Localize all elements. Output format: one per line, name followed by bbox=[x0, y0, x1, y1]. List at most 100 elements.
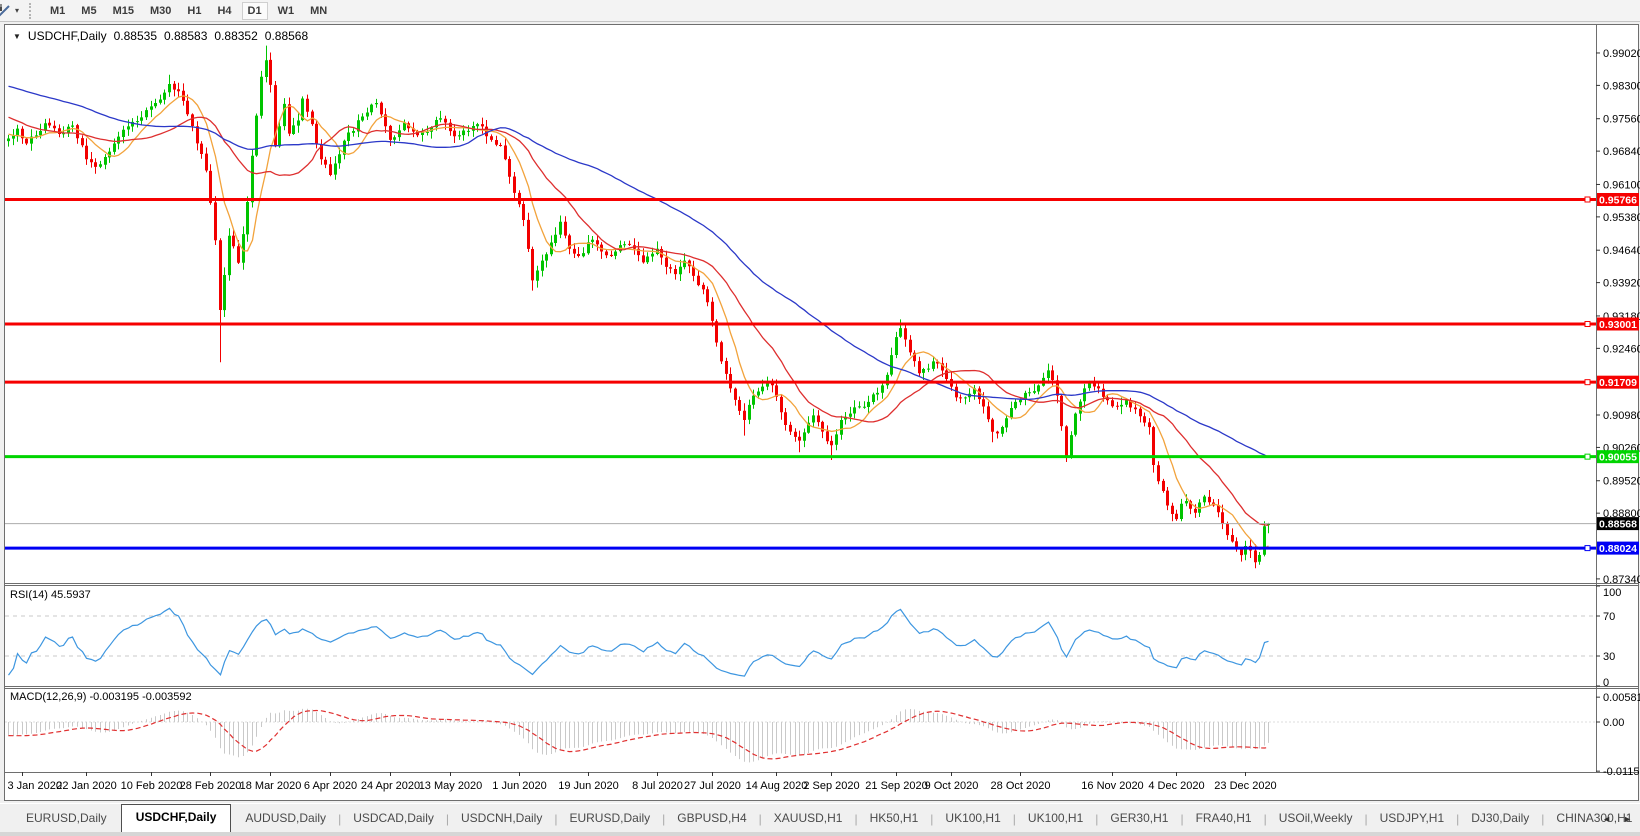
timeframe-button-m30[interactable]: M30 bbox=[144, 2, 177, 20]
date-tick-label: 23 Dec 2020 bbox=[1214, 780, 1276, 792]
price-tick-label: 0.96100 bbox=[1603, 179, 1640, 191]
date-tick-label: 8 Jul 2020 bbox=[632, 780, 683, 792]
timeframe-button-d1[interactable]: D1 bbox=[241, 1, 268, 20]
rsi-tick-label: 0 bbox=[1603, 677, 1609, 689]
resistance-price-label: 0.91709 bbox=[1597, 375, 1639, 389]
timeframe-button-h4[interactable]: H4 bbox=[211, 2, 237, 20]
price-tick-label: 0.87340 bbox=[1603, 574, 1640, 586]
rsi-tick-label: 30 bbox=[1603, 651, 1615, 663]
toolbar-drag-handle[interactable] bbox=[29, 2, 34, 19]
macd-tick-label: -0.011514 bbox=[1603, 766, 1640, 778]
line-anchor-marker[interactable] bbox=[1584, 196, 1591, 203]
tab-scroll-controls: ◄ ► bbox=[1602, 814, 1632, 824]
line-anchor-marker[interactable] bbox=[1584, 545, 1591, 552]
date-tick-label: 18 Mar 2020 bbox=[240, 780, 302, 792]
line-anchor-marker[interactable] bbox=[1584, 379, 1591, 386]
resistance-price-label: 0.95766 bbox=[1597, 192, 1639, 206]
ohlc-close: 0.88568 bbox=[264, 29, 309, 43]
support-price-label-text: 0.88024 bbox=[1599, 543, 1637, 555]
chart-tab-usdcnh-daily[interactable]: USDCNH,Daily bbox=[449, 806, 554, 832]
timeframe-button-m15[interactable]: M15 bbox=[107, 2, 140, 20]
line-anchor-marker[interactable] bbox=[1584, 320, 1591, 327]
ohlc-open: 0.88535 bbox=[113, 29, 157, 43]
chart-tab-xauusd-h1[interactable]: XAUUSD,H1 bbox=[762, 806, 855, 832]
support-price-label-text: 0.90055 bbox=[1599, 452, 1637, 464]
date-tick-label: 21 Sep 2020 bbox=[865, 780, 927, 792]
price-tick-label: 0.94640 bbox=[1603, 245, 1640, 257]
chart-tab-gbpusd-h4[interactable]: GBPUSD,H4 bbox=[665, 806, 758, 832]
date-tick-label: 16 Nov 2020 bbox=[1081, 780, 1143, 792]
timeframe-button-group: M1 M5 M15 M30 H1 H4 D1 W1 MN bbox=[42, 1, 335, 20]
date-tick-label: 4 Dec 2020 bbox=[1148, 780, 1204, 792]
date-tick-label: 9 Oct 2020 bbox=[925, 780, 979, 792]
price-chart-canvas[interactable]: 0.99020 0.98300 0.97560 0.96840 0.96100 0.953… bbox=[0, 22, 1640, 803]
current-price-label: 0.88568 bbox=[1597, 517, 1639, 531]
date-tick-label: 13 May 2020 bbox=[419, 780, 483, 792]
rsi-tick-label: 100 bbox=[1603, 587, 1621, 599]
chart-tab-uk100-h1[interactable]: UK100,H1 bbox=[933, 806, 1012, 832]
rsi-tick-label: 70 bbox=[1603, 611, 1615, 623]
timeframe-button-h1[interactable]: H1 bbox=[181, 2, 207, 20]
chart-window: 0.99020 0.98300 0.97560 0.96840 0.96100 0.953… bbox=[0, 22, 1640, 803]
price-tick-label: 0.96840 bbox=[1603, 146, 1640, 158]
price-tick-label: 0.95380 bbox=[1603, 212, 1640, 224]
chart-title-symbol: USDCHF,Daily bbox=[27, 29, 107, 43]
resistance-price-label-text: 0.91709 bbox=[1599, 377, 1637, 389]
ohlc-high: 0.88583 bbox=[164, 29, 208, 43]
price-tick-label: 0.98300 bbox=[1603, 80, 1640, 92]
line-anchor-marker[interactable] bbox=[1584, 453, 1591, 460]
chart-tab-hk50-h1[interactable]: HK50,H1 bbox=[858, 806, 931, 832]
window-bottom-strip bbox=[0, 832, 1640, 836]
price-tick-label: 0.90980 bbox=[1603, 410, 1640, 422]
chart-tab-usdjpy-h1[interactable]: USDJPY,H1 bbox=[1368, 806, 1456, 832]
resistance-price-label-text: 0.93001 bbox=[1599, 319, 1637, 331]
drawing-tool-icon[interactable] bbox=[0, 2, 13, 20]
chart-tab-eurusd-daily[interactable]: EURUSD,Daily bbox=[14, 806, 119, 832]
date-tick-label: 28 Oct 2020 bbox=[991, 780, 1051, 792]
timeframe-button-m1[interactable]: M1 bbox=[44, 2, 71, 20]
macd-tick-label: 0.00 bbox=[1603, 717, 1624, 729]
date-tick-label: 10 Feb 2020 bbox=[121, 780, 183, 792]
date-tick-label: 22 Jan 2020 bbox=[56, 780, 117, 792]
chart-tab-usdchf-daily[interactable]: USDCHF,Daily bbox=[120, 804, 232, 833]
date-tick-label: 24 Apr 2020 bbox=[361, 780, 420, 792]
chart-tab-usoil-weekly[interactable]: USOil,Weekly bbox=[1267, 806, 1365, 832]
macd-tick-label: 0.005818 bbox=[1603, 692, 1640, 704]
support-price-label: 0.88024 bbox=[1597, 541, 1639, 555]
price-tick-label: 0.92460 bbox=[1603, 343, 1640, 355]
date-tick-label: 28 Feb 2020 bbox=[180, 780, 242, 792]
price-tick-label: 0.93920 bbox=[1603, 278, 1640, 290]
support-price-label: 0.90055 bbox=[1597, 450, 1639, 464]
top-toolbar: ▾ M1 M5 M15 M30 H1 H4 D1 W1 MN bbox=[0, 0, 1640, 22]
chart-tab-fra40-h1[interactable]: FRA40,H1 bbox=[1184, 806, 1264, 832]
price-tick-label: 0.97560 bbox=[1603, 114, 1640, 126]
date-tick-label: 19 Jun 2020 bbox=[558, 780, 619, 792]
price-tick-label: 0.99020 bbox=[1603, 48, 1640, 60]
chart-tab-uk100-h1[interactable]: UK100,H1 bbox=[1016, 806, 1095, 832]
chart-tab-audusd-daily[interactable]: AUDUSD,Daily bbox=[233, 806, 338, 832]
chart-tab-eurusd-daily[interactable]: EURUSD,Daily bbox=[557, 806, 662, 832]
rsi-indicator-label: RSI(14) 45.5937 bbox=[10, 589, 91, 601]
chart-plot-area[interactable] bbox=[5, 26, 1596, 583]
date-tick-label: 3 Jan 2020 bbox=[8, 780, 62, 792]
timeframe-button-mn[interactable]: MN bbox=[304, 2, 333, 20]
ohlc-low: 0.88352 bbox=[214, 29, 258, 43]
resistance-price-label-text: 0.95766 bbox=[1599, 194, 1637, 206]
collapse-arrow-icon[interactable]: ▼ bbox=[13, 32, 21, 41]
date-tick-label: 2 Sep 2020 bbox=[803, 780, 859, 792]
date-tick-label: 6 Apr 2020 bbox=[304, 780, 357, 792]
date-tick-label: 27 Jul 2020 bbox=[684, 780, 741, 792]
tab-scroll-right-button[interactable]: ► bbox=[1623, 814, 1632, 824]
chart-tab-ger30-h1[interactable]: GER30,H1 bbox=[1098, 806, 1180, 832]
chart-tab-usdcad-daily[interactable]: USDCAD,Daily bbox=[341, 806, 446, 832]
date-tick-label: 14 Aug 2020 bbox=[746, 780, 808, 792]
tool-dropdown-arrow-icon[interactable]: ▾ bbox=[15, 6, 19, 15]
tab-scroll-left-button[interactable]: ◄ bbox=[1602, 814, 1611, 824]
macd-indicator-label: MACD(12,26,9) -0.003195 -0.003592 bbox=[10, 691, 192, 703]
timeframe-button-w1[interactable]: W1 bbox=[272, 2, 301, 20]
date-tick-label: 1 Jun 2020 bbox=[492, 780, 546, 792]
chart-title: ▼ USDCHF,Daily 0.88535 0.88583 0.88352 0… bbox=[13, 29, 308, 43]
timeframe-button-m5[interactable]: M5 bbox=[75, 2, 102, 20]
chart-tab-dj30-daily[interactable]: DJ30,Daily bbox=[1459, 806, 1541, 832]
price-tick-label: 0.89520 bbox=[1603, 476, 1640, 488]
